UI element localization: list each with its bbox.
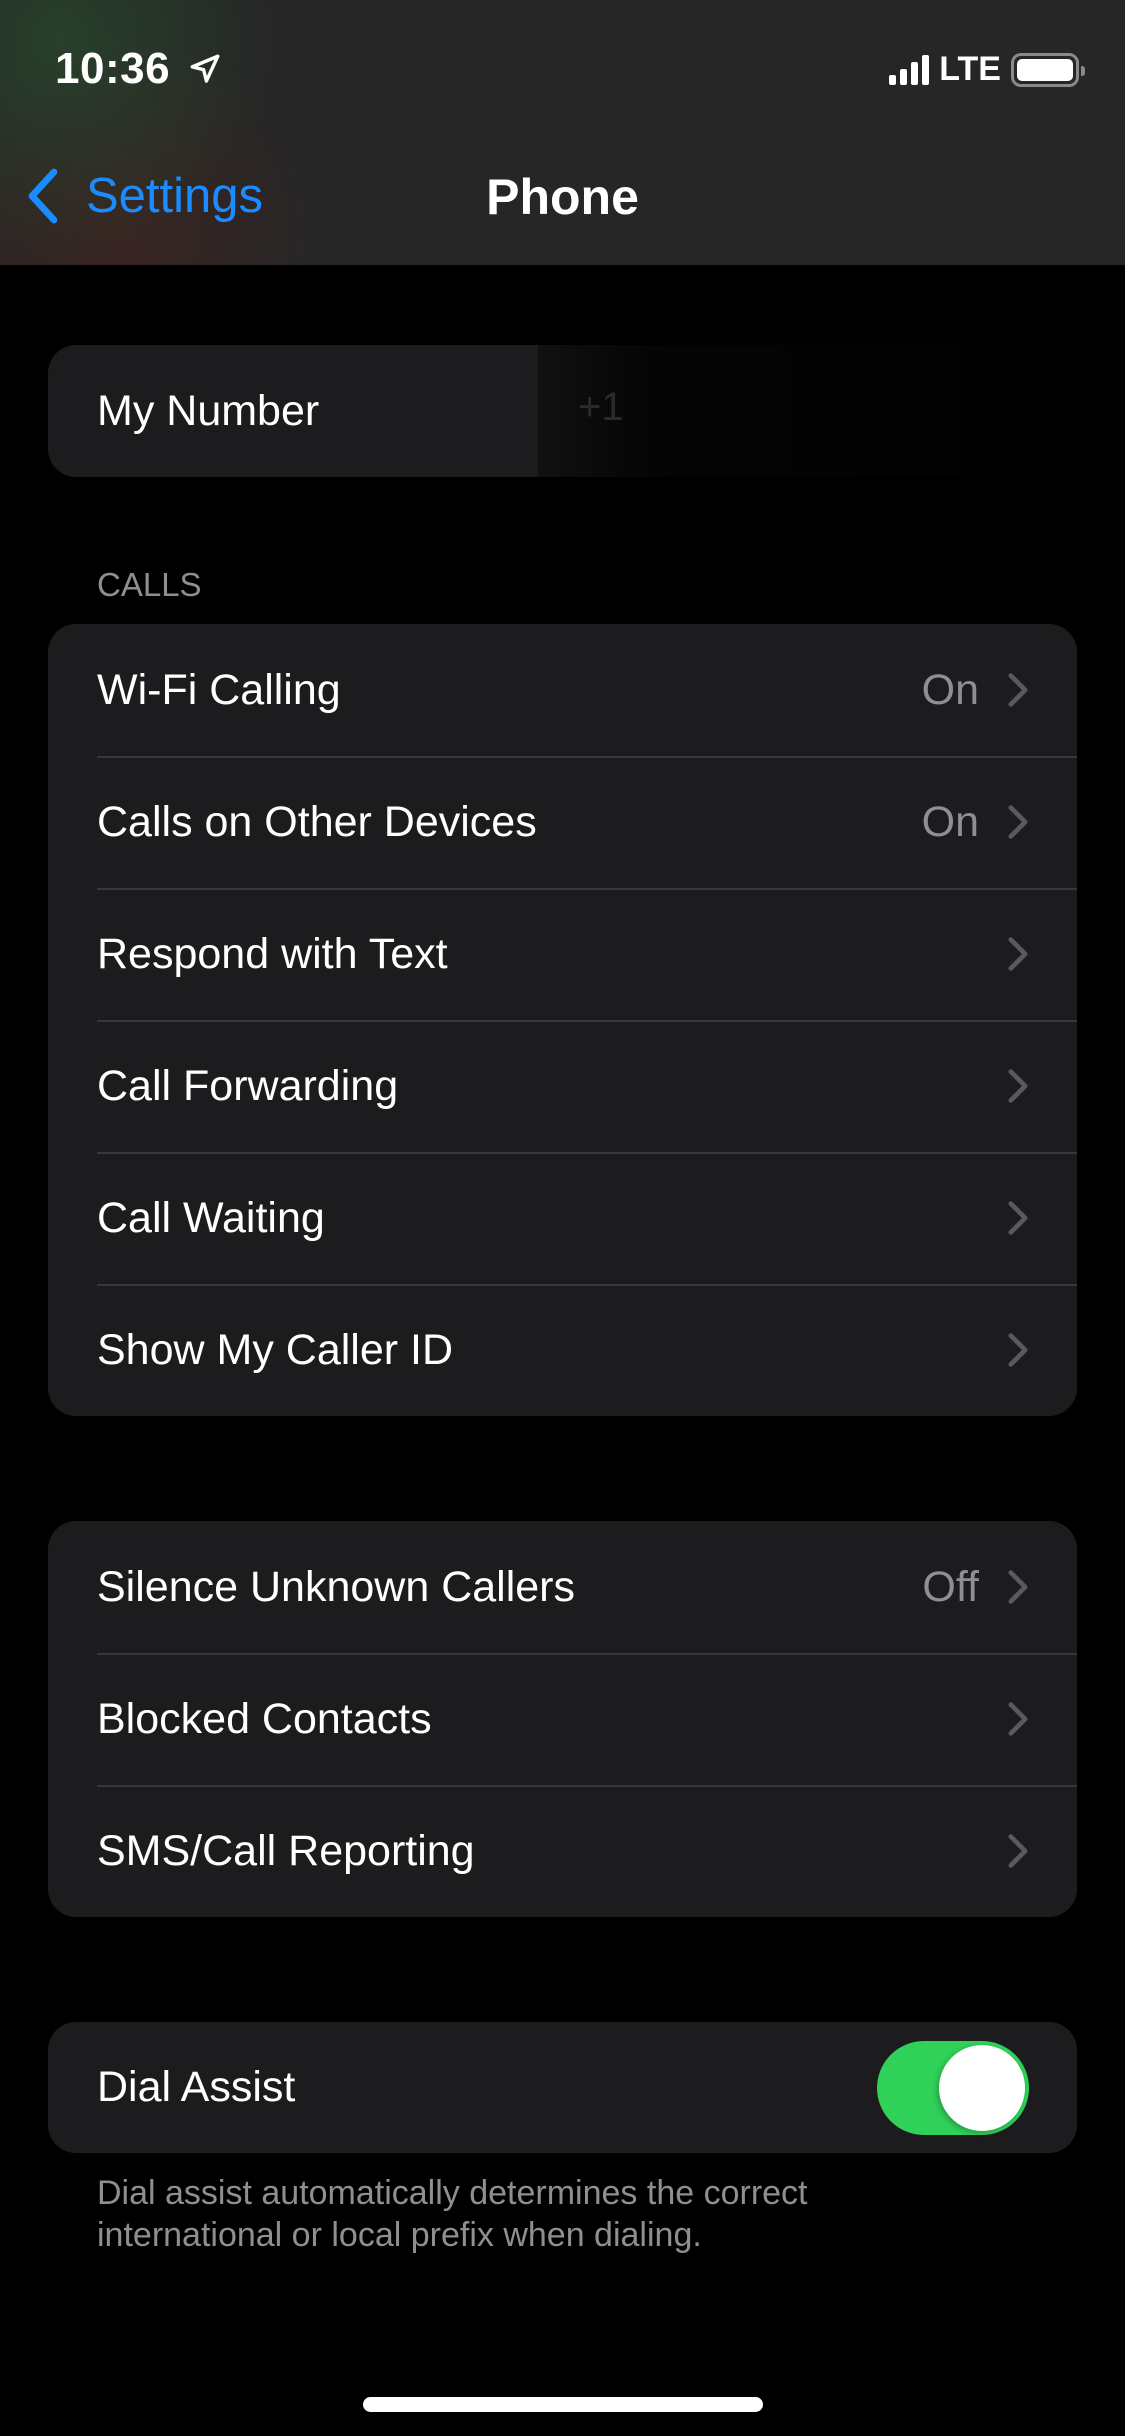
respond-with-text-row[interactable]: Respond with Text bbox=[48, 888, 1077, 1020]
status-time: 10:36 bbox=[55, 44, 171, 93]
chevron-right-icon bbox=[1008, 1333, 1028, 1367]
my-number-card: My Number +1 bbox=[48, 345, 1077, 477]
chevron-right-icon bbox=[1008, 937, 1028, 971]
calls-on-other-devices-row[interactable]: Calls on Other Devices On bbox=[48, 756, 1077, 888]
row-label: Calls on Other Devices bbox=[97, 797, 537, 846]
row-label: SMS/Call Reporting bbox=[97, 1826, 475, 1875]
row-label: Respond with Text bbox=[97, 929, 448, 978]
row-value: On bbox=[921, 797, 979, 846]
sms-call-reporting-row[interactable]: SMS/Call Reporting bbox=[48, 1785, 1077, 1917]
cellular-signal-icon bbox=[889, 54, 930, 85]
page-title: Phone bbox=[486, 169, 639, 225]
row-label: Show My Caller ID bbox=[97, 1325, 454, 1374]
calls-group: Wi-Fi Calling On Calls on Other Devices … bbox=[48, 624, 1077, 1416]
row-label: Wi-Fi Calling bbox=[97, 665, 341, 714]
row-label: Call Waiting bbox=[97, 1193, 325, 1242]
chevron-right-icon bbox=[1008, 805, 1028, 839]
my-number-value: +1 bbox=[578, 385, 624, 429]
blocked-contacts-row[interactable]: Blocked Contacts bbox=[48, 1653, 1077, 1785]
row-value: On bbox=[921, 665, 979, 714]
dial-assist-label: Dial Assist bbox=[97, 2063, 296, 2111]
home-indicator[interactable] bbox=[363, 2397, 763, 2412]
status-icons: LTE bbox=[889, 50, 1085, 89]
dial-assist-footer: Dial assist automatically determines the… bbox=[97, 2174, 808, 2254]
dial-assist-row: Dial Assist bbox=[48, 2022, 1077, 2153]
call-waiting-row[interactable]: Call Waiting bbox=[48, 1152, 1077, 1284]
calls-section-header: CALLS bbox=[97, 566, 202, 603]
blocking-group: Silence Unknown Callers Off Blocked Cont… bbox=[48, 1521, 1077, 1917]
dial-assist-toggle[interactable] bbox=[877, 2040, 1029, 2135]
toggle-knob bbox=[939, 2044, 1025, 2131]
navigation-header: 10:36 LTE Settings Phone bbox=[0, 0, 1125, 265]
wifi-calling-row[interactable]: Wi-Fi Calling On bbox=[48, 624, 1077, 756]
chevron-right-icon bbox=[1008, 1702, 1028, 1736]
location-arrow-icon bbox=[190, 54, 220, 83]
network-type: LTE bbox=[939, 50, 1001, 88]
chevron-right-icon bbox=[1008, 1201, 1028, 1235]
chevron-right-icon bbox=[1008, 1069, 1028, 1103]
chevron-right-icon bbox=[1008, 1570, 1028, 1604]
show-my-caller-id-row[interactable]: Show My Caller ID bbox=[48, 1284, 1077, 1416]
dial-assist-card: Dial Assist bbox=[48, 2022, 1077, 2153]
silence-unknown-callers-row[interactable]: Silence Unknown Callers Off bbox=[48, 1521, 1077, 1653]
chevron-right-icon bbox=[1008, 1834, 1028, 1868]
row-value: Off bbox=[922, 1562, 979, 1611]
row-label: Call Forwarding bbox=[97, 1061, 399, 1110]
battery-icon bbox=[1011, 52, 1085, 87]
call-forwarding-row[interactable]: Call Forwarding bbox=[48, 1020, 1077, 1152]
chevron-right-icon bbox=[1008, 673, 1028, 707]
row-label: Silence Unknown Callers bbox=[97, 1562, 575, 1611]
row-label: Blocked Contacts bbox=[97, 1694, 432, 1743]
